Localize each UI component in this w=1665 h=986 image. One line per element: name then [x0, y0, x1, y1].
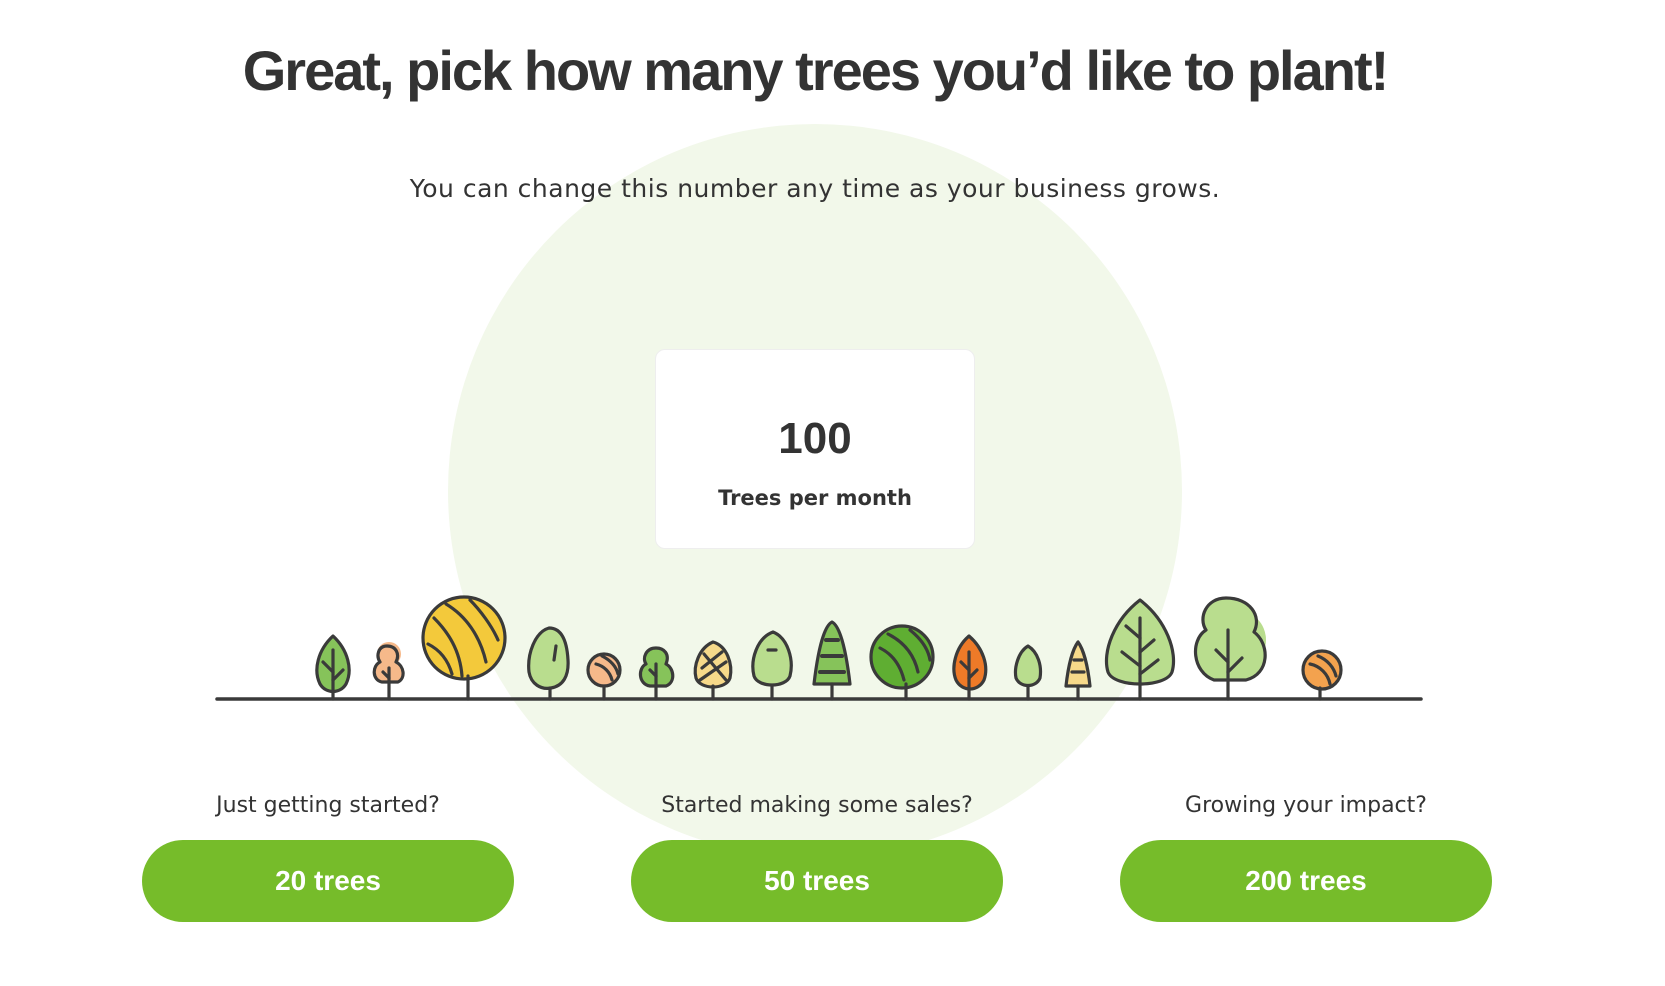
tree-icon [315, 634, 351, 701]
tree-icon [952, 634, 988, 701]
tree-icon [693, 640, 733, 701]
tree-icon [638, 646, 675, 701]
tree-icon [751, 630, 793, 701]
tree-icon [1193, 596, 1267, 701]
tree-icon [421, 595, 507, 701]
tree-icon [586, 652, 622, 701]
tree-icon [1013, 644, 1043, 701]
tree-icon [812, 620, 852, 701]
tree-icon [527, 626, 570, 701]
tree-icon [372, 642, 405, 701]
tree-icon [1104, 598, 1176, 701]
tree-icon [1064, 640, 1092, 701]
tree-icon [869, 624, 935, 701]
row-of-trees-icon [215, 595, 1423, 701]
tree-icon [1301, 649, 1343, 701]
